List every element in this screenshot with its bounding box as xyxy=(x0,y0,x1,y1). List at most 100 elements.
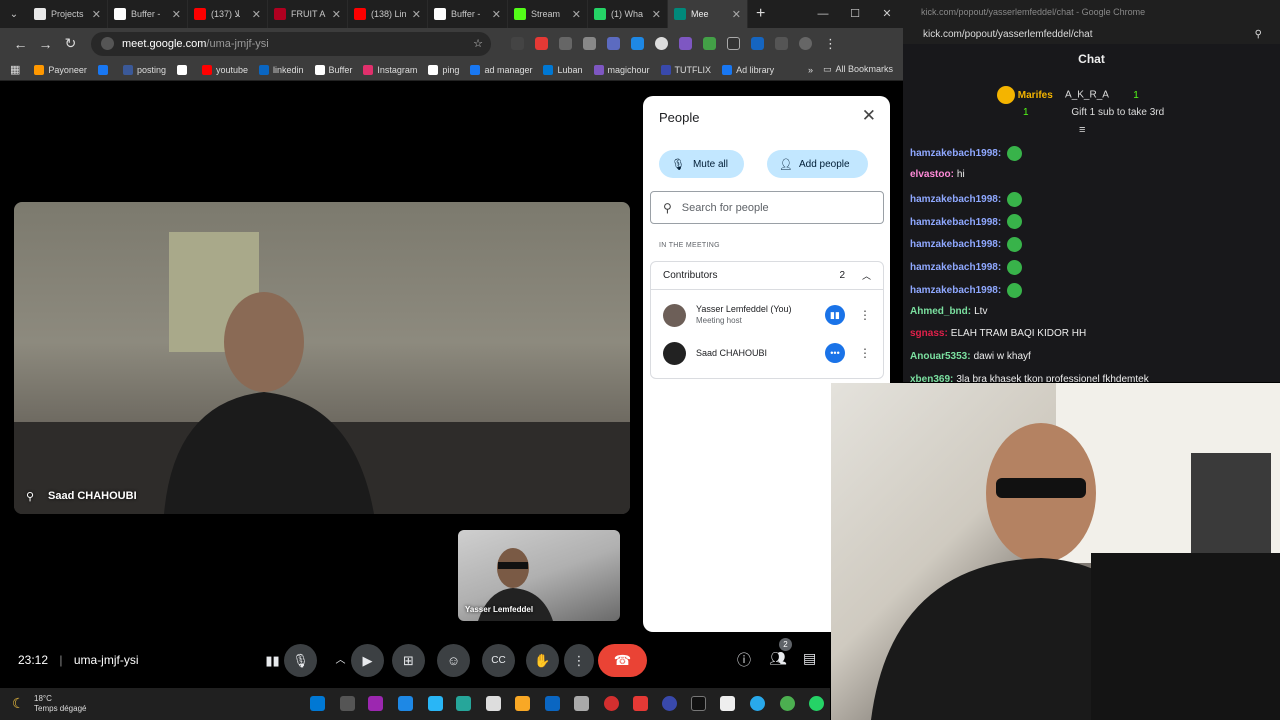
extension-icon[interactable] xyxy=(679,37,692,50)
microphone-button[interactable]: 🎙︎ xyxy=(284,644,317,677)
whatsapp-icon[interactable] xyxy=(809,696,824,711)
extension-icon[interactable] xyxy=(751,37,764,50)
chat-username[interactable]: hamzakebach1998: xyxy=(910,194,1001,205)
close-tab-icon[interactable]: ✕ xyxy=(652,8,661,21)
browser-tab[interactable]: Buffer - ✕ xyxy=(428,0,508,28)
extension-icon[interactable] xyxy=(727,37,740,50)
browser-tab[interactable]: (138) Lin ✕ xyxy=(348,0,428,28)
close-tab-icon[interactable]: ✕ xyxy=(172,8,181,21)
settings-icon[interactable] xyxy=(574,696,589,711)
extension-icon[interactable] xyxy=(703,37,716,50)
close-tab-icon[interactable]: ✕ xyxy=(332,8,341,21)
bookmark[interactable]: ping xyxy=(428,64,459,75)
profile-avatar[interactable] xyxy=(799,37,812,50)
chat-username[interactable]: xben369: xyxy=(910,374,953,382)
reload-icon[interactable]: ↻ xyxy=(58,35,83,52)
browser-tab[interactable]: Projects ✕ xyxy=(28,0,108,28)
close-tab-icon[interactable]: ✕ xyxy=(92,8,101,21)
participant-row[interactable]: Saad CHAHOUBI ••• ⋮ xyxy=(663,338,875,368)
add-people-button[interactable]: 👤︎ Add people xyxy=(767,150,868,178)
more-bookmarks-icon[interactable]: » xyxy=(808,65,813,75)
bookmark[interactable]: linkedin xyxy=(259,64,304,75)
main-video-tile[interactable]: ⚲ Saad CHAHOUBI xyxy=(14,202,630,514)
chat-address-bar[interactable]: kick.com/popout/yasserlemfeddel/chat ⚲ xyxy=(903,24,1280,44)
self-video-tile[interactable]: Yasser Lemfeddel xyxy=(458,530,620,621)
app-icon[interactable] xyxy=(428,696,443,711)
chrome-icon[interactable] xyxy=(780,696,795,711)
new-tab-icon[interactable]: + xyxy=(756,5,765,23)
extension-icon[interactable] xyxy=(559,37,572,50)
close-panel-icon[interactable]: ✕ xyxy=(862,106,876,126)
extension-icon[interactable] xyxy=(607,37,620,50)
extension-icon[interactable] xyxy=(631,37,644,50)
bookmark[interactable]: Ad library xyxy=(722,64,774,75)
chat-icon[interactable]: ▤ xyxy=(803,650,816,667)
pin-icon[interactable]: ⚲ xyxy=(26,490,34,503)
start-icon[interactable] xyxy=(310,696,325,711)
bookmark[interactable]: ad manager xyxy=(470,64,532,75)
bookmark[interactable]: Payoneer xyxy=(34,64,87,75)
weather-widget[interactable]: 18°C Temps dégagé xyxy=(34,694,86,714)
info-icon[interactable]: ⓘ xyxy=(737,650,751,670)
apps-grid-icon[interactable]: ▦ xyxy=(10,63,20,76)
bookmark[interactable]: magichour xyxy=(593,64,650,75)
browser-tab[interactable]: FRUIT A ✕ xyxy=(268,0,348,28)
more-options-button[interactable]: ⋮ xyxy=(564,644,594,677)
filter-icon[interactable]: ≡ xyxy=(1079,124,1085,136)
more-options-icon[interactable]: ⋮ xyxy=(859,308,871,322)
back-icon[interactable]: ← xyxy=(8,36,33,52)
extensions-puzzle-icon[interactable] xyxy=(775,37,788,50)
captions-button[interactable]: CC xyxy=(482,644,515,677)
bookmark[interactable] xyxy=(97,64,112,75)
extension-icon[interactable] xyxy=(535,37,548,50)
close-tab-icon[interactable]: ✕ xyxy=(732,8,741,21)
app-icon[interactable] xyxy=(662,696,677,711)
end-call-button[interactable]: ☎ xyxy=(598,644,647,677)
close-tab-icon[interactable]: ✕ xyxy=(572,8,581,21)
maximize-icon[interactable]: ☐ xyxy=(839,0,871,28)
file-explorer-icon[interactable] xyxy=(515,696,530,711)
app-icon[interactable] xyxy=(456,696,471,711)
chat-username[interactable]: sgnass: xyxy=(910,328,948,339)
extension-icon[interactable] xyxy=(511,37,524,50)
browser-tab[interactable]: Buffer - ✕ xyxy=(108,0,188,28)
contributors-header[interactable]: Contributors 2 ︿ xyxy=(651,262,883,290)
browser-menu-icon[interactable]: ⋮ xyxy=(824,36,837,52)
mail-icon[interactable] xyxy=(545,696,560,711)
bookmark[interactable]: youtube xyxy=(201,64,248,75)
browser-tab[interactable]: (1) Wha ✕ xyxy=(588,0,668,28)
bookmark[interactable]: Buffer xyxy=(314,64,352,75)
close-tab-icon[interactable]: ✕ xyxy=(412,8,421,21)
more-options-icon[interactable]: ⋮ xyxy=(859,346,871,360)
all-bookmarks[interactable]: ▭ All Bookmarks xyxy=(823,64,893,75)
app-icon[interactable] xyxy=(720,696,735,711)
gift-prompt[interactable]: Gift 1 sub to take 3rd xyxy=(1071,107,1164,118)
people-search-input[interactable]: ⚲ Search for people xyxy=(650,191,884,224)
people-icon[interactable]: 👥︎ xyxy=(769,650,787,667)
bookmark[interactable]: TUTFLIX xyxy=(660,64,711,75)
url-field[interactable]: meet.google.com/uma-jmjf-ysi ☆ xyxy=(91,31,491,56)
chat-username[interactable]: hamzakebach1998: xyxy=(910,285,1001,296)
chat-username[interactable]: hamzakebach1998: xyxy=(910,148,1001,159)
opera-icon[interactable] xyxy=(604,696,619,711)
telegram-icon[interactable] xyxy=(750,696,765,711)
close-tab-icon[interactable]: ✕ xyxy=(492,8,501,21)
chevron-up-icon[interactable]: ︿ xyxy=(862,269,871,282)
bookmark[interactable]: posting xyxy=(122,64,166,75)
forward-icon[interactable]: → xyxy=(33,36,58,52)
raise-hand-button[interactable]: ✋ xyxy=(526,644,559,677)
bookmark[interactable] xyxy=(176,64,191,75)
task-view-icon[interactable] xyxy=(340,696,355,711)
extension-icon[interactable] xyxy=(583,37,596,50)
camera-button[interactable]: ▶ xyxy=(351,644,384,677)
app-icon[interactable] xyxy=(633,696,648,711)
minimize-icon[interactable]: — xyxy=(807,0,839,28)
present-button[interactable]: ⊞ xyxy=(392,644,425,677)
app-icon[interactable] xyxy=(486,696,501,711)
chat-username[interactable]: hamzakebach1998: xyxy=(910,217,1001,228)
copilot-icon[interactable] xyxy=(368,696,383,711)
bookmark[interactable]: Instagram xyxy=(363,64,417,75)
mute-all-button[interactable]: 🎙︎ Mute all xyxy=(659,150,744,178)
tiktok-icon[interactable] xyxy=(691,696,706,711)
chat-username[interactable]: Anouar5353: xyxy=(910,351,971,362)
